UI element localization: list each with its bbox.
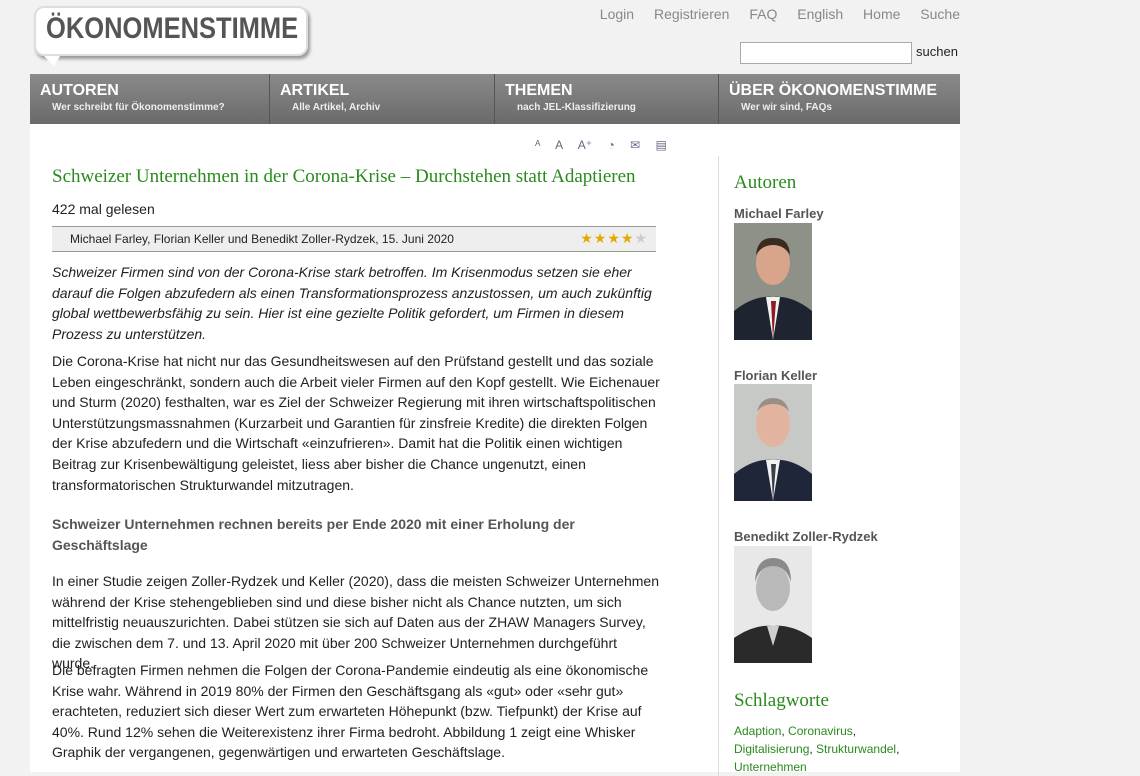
authors-heading: Autoren [734, 172, 797, 193]
article-tools: ᴬ A A⁺ ◔ ✉ ▤ [535, 138, 679, 152]
search-input[interactable] [740, 42, 912, 64]
author-portrait-icon [734, 223, 812, 340]
star-icon[interactable]: ★ [634, 230, 648, 246]
author-photo[interactable] [734, 546, 812, 663]
nav-tab-subtitle: Wer schreibt für Ökonomenstimme? [52, 102, 225, 113]
nav-tab-title: THEMEN [505, 82, 573, 99]
nav-tab-title: ÜBER ÖKONOMENSTIMME [729, 82, 937, 99]
tag-link[interactable]: Strukturwandel [816, 742, 896, 756]
author-name[interactable]: Florian Keller [734, 368, 817, 383]
tag-link[interactable]: Coronavirus [788, 724, 853, 738]
tag-separator: , [852, 724, 857, 738]
byline-text: Michael Farley, Florian Keller und Bened… [70, 232, 454, 246]
author-portrait-icon [734, 546, 812, 663]
author-name[interactable]: Michael Farley [734, 206, 824, 221]
author-portrait-icon [734, 384, 812, 501]
star-icon[interactable]: ★ [607, 230, 621, 246]
star-icon[interactable]: ★ [580, 230, 594, 246]
nav-tab-title: AUTOREN [40, 82, 119, 99]
nav-faq-link[interactable]: FAQ [749, 6, 777, 22]
tag-link[interactable]: Adaption [734, 724, 781, 738]
nav-tab-autoren[interactable]: AUTOREN Wer schreibt für Ökonomenstimme? [30, 74, 270, 124]
logo-text: ÖKONOMENSTIMME [46, 12, 299, 45]
font-smaller-icon[interactable]: ᴬ [535, 138, 540, 152]
byline-bar: Michael Farley, Florian Keller und Bened… [52, 226, 656, 252]
author-name[interactable]: Benedikt Zoller-Rydzek [734, 529, 878, 544]
top-navigation: Login Registrieren FAQ English Home Such… [584, 6, 960, 22]
content-area: ᴬ A A⁺ ◔ ✉ ▤ Schweizer Unternehmen in de… [30, 124, 960, 776]
search-button[interactable]: suchen [916, 44, 958, 59]
read-count: 422 mal gelesen [52, 201, 155, 217]
nav-search-link[interactable]: Suche [920, 6, 960, 22]
speech-bubble-tail-icon [44, 56, 60, 66]
site-logo[interactable]: ÖKONOMENSTIMME [34, 6, 308, 66]
rating-stars[interactable]: ★★★★★ [580, 230, 648, 247]
nav-tab-title: ARTIKEL [280, 82, 350, 99]
article-paragraph: In einer Studie zeigen Zoller-Rydzek und… [52, 573, 659, 672]
tag-separator: , [896, 742, 900, 756]
nav-tab-themen[interactable]: THEMEN nach JEL-Klassifizierung [495, 74, 719, 124]
font-normal-icon[interactable]: A [555, 138, 563, 152]
nav-register-link[interactable]: Registrieren [654, 6, 729, 22]
email-icon[interactable]: ✉ [630, 138, 640, 152]
article-paragraph: Die Corona-Krise hat nicht nur das Gesun… [52, 353, 660, 493]
author-photo[interactable] [734, 223, 812, 340]
article-lead: Schweizer Firmen sind von der Corona-Kri… [52, 264, 652, 342]
tag-link[interactable]: Digitalisierung [734, 742, 809, 756]
column-divider [718, 156, 719, 776]
nav-tab-subtitle: Wer wir sind, FAQs [741, 102, 832, 113]
article-subheading: Schweizer Unternehmen rechnen bereits pe… [52, 516, 575, 553]
article-paragraph: Die befragten Firmen nehmen die Folgen d… [52, 662, 649, 761]
nav-login-link[interactable]: Login [600, 6, 634, 22]
nav-tab-subtitle: Alle Artikel, Archiv [292, 102, 381, 113]
article-title: Schweizer Unternehmen in der Corona-Kris… [52, 166, 636, 187]
star-icon[interactable]: ★ [621, 230, 635, 246]
page: ÖKONOMENSTIMME Login Registrieren FAQ En… [30, 0, 960, 776]
main-navigation: AUTOREN Wer schreibt für Ökonomenstimme?… [30, 74, 960, 124]
print-icon[interactable]: ▤ [655, 138, 666, 152]
nav-english-link[interactable]: English [797, 6, 843, 22]
nav-tab-subtitle: nach JEL-Klassifizierung [517, 102, 636, 113]
rss-icon[interactable]: ◔ [607, 138, 614, 152]
nav-tab-ueber[interactable]: ÜBER ÖKONOMENSTIMME Wer wir sind, FAQs [719, 74, 960, 124]
tag-list: Adaption, Coronavirus, Digitalisierung, … [734, 722, 934, 776]
star-icon[interactable]: ★ [594, 230, 608, 246]
author-photo[interactable] [734, 384, 812, 501]
font-larger-icon[interactable]: A⁺ [578, 138, 592, 152]
nav-tab-artikel[interactable]: ARTIKEL Alle Artikel, Archiv [270, 74, 495, 124]
nav-home-link[interactable]: Home [863, 6, 900, 22]
tags-heading: Schlagworte [734, 690, 829, 711]
